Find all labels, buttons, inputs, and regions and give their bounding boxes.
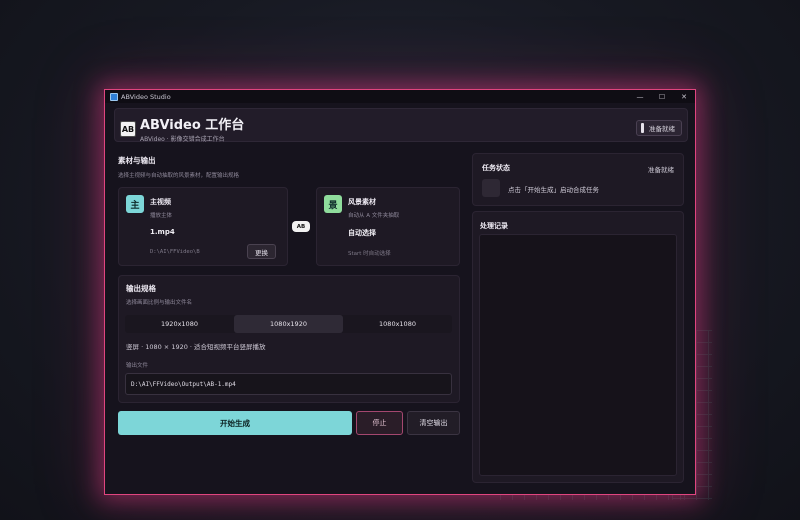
scenery-hint: Start 时自动选择 (348, 251, 391, 257)
log-title: 处理记录 (480, 222, 508, 230)
main-video-card[interactable]: 主 主视频 播放主体 1.mp4 D:\AI\FFVideo\B 更换 (118, 187, 288, 266)
output-title: 输出规格 (126, 284, 156, 293)
log-output-area[interactable] (479, 234, 677, 476)
window-titlebar[interactable]: ABVideo Studio — ☐ ✕ (105, 90, 695, 103)
log-panel: 处理记录 (472, 211, 684, 483)
aspect-ratio-selector: 1920x1080 1080x1920 1080x1080 (125, 315, 452, 333)
scenery-badge: 景 (324, 195, 342, 213)
status-indicator-icon (641, 123, 644, 133)
scenery-title: 风景素材 (348, 198, 376, 206)
change-video-button[interactable]: 更换 (247, 244, 276, 259)
output-file-input[interactable]: D:\AI\FFVideo\Output\AB-1.mp4 (125, 373, 452, 395)
close-icon[interactable]: ✕ (673, 90, 695, 103)
start-button[interactable]: 开始生成 (118, 411, 352, 435)
maximize-icon[interactable]: ☐ (651, 90, 673, 103)
minimize-icon[interactable]: — (629, 90, 651, 103)
status-badge-label: 准备就绪 (649, 125, 675, 133)
task-status-message: 点击「开始生成」启动合成任务 (508, 186, 599, 194)
app-header: AB ABVideo 工作台 ABVideo · 影像交错合成工作台 准备就绪 (114, 108, 688, 143)
ab-pill: AB (292, 221, 310, 232)
window-title: ABVideo Studio (121, 92, 171, 101)
status-badge: 准备就绪 (636, 120, 682, 136)
app-title: ABVideo 工作台 (140, 118, 245, 133)
task-status-title: 任务状态 (482, 164, 510, 172)
materials-desc: 选择主视频与自动抽取的风景素材，配置输出规格 (118, 173, 240, 179)
app-subtitle: ABVideo · 影像交错合成工作台 (140, 136, 225, 143)
scenery-card[interactable]: 景 风景素材 自动从 A 文件夹抽取 自动选择 Start 时自动选择 (316, 187, 460, 266)
app-logo: AB (120, 121, 136, 137)
clear-output-button[interactable]: 清空输出 (407, 411, 460, 435)
task-status-panel: 任务状态 准备就绪 点击「开始生成」启动合成任务 (472, 153, 684, 206)
scenery-value: 自动选择 (348, 229, 376, 237)
task-status-icon (482, 179, 500, 197)
ratio-option-1920x1080[interactable]: 1920x1080 (125, 315, 234, 333)
task-status-value: 准备就绪 (648, 166, 674, 174)
main-video-badge: 主 (126, 195, 144, 213)
ratio-option-1080x1920[interactable]: 1080x1920 (234, 315, 343, 333)
main-video-filename: 1.mp4 (150, 228, 175, 236)
ratio-option-1080x1080[interactable]: 1080x1080 (343, 315, 452, 333)
output-spec-text: 竖屏 · 1080 × 1920 · 适合短视频平台竖屏播放 (126, 343, 266, 351)
app-icon (110, 92, 118, 101)
stop-button[interactable]: 停止 (356, 411, 403, 435)
app-window: ABVideo Studio — ☐ ✕ AB ABVideo 工作台 ABVi… (104, 89, 696, 495)
output-desc: 选择画面比例与输出文件名 (126, 300, 193, 306)
main-video-path: D:\AI\FFVideo\B (150, 249, 200, 255)
main-video-title: 主视频 (150, 198, 171, 206)
main-video-sub: 播放主体 (150, 213, 173, 219)
scenery-sub: 自动从 A 文件夹抽取 (348, 213, 400, 219)
window-controls: — ☐ ✕ (629, 90, 695, 103)
materials-title: 素材与输出 (118, 156, 156, 165)
output-file-label: 输出文件 (126, 363, 149, 369)
